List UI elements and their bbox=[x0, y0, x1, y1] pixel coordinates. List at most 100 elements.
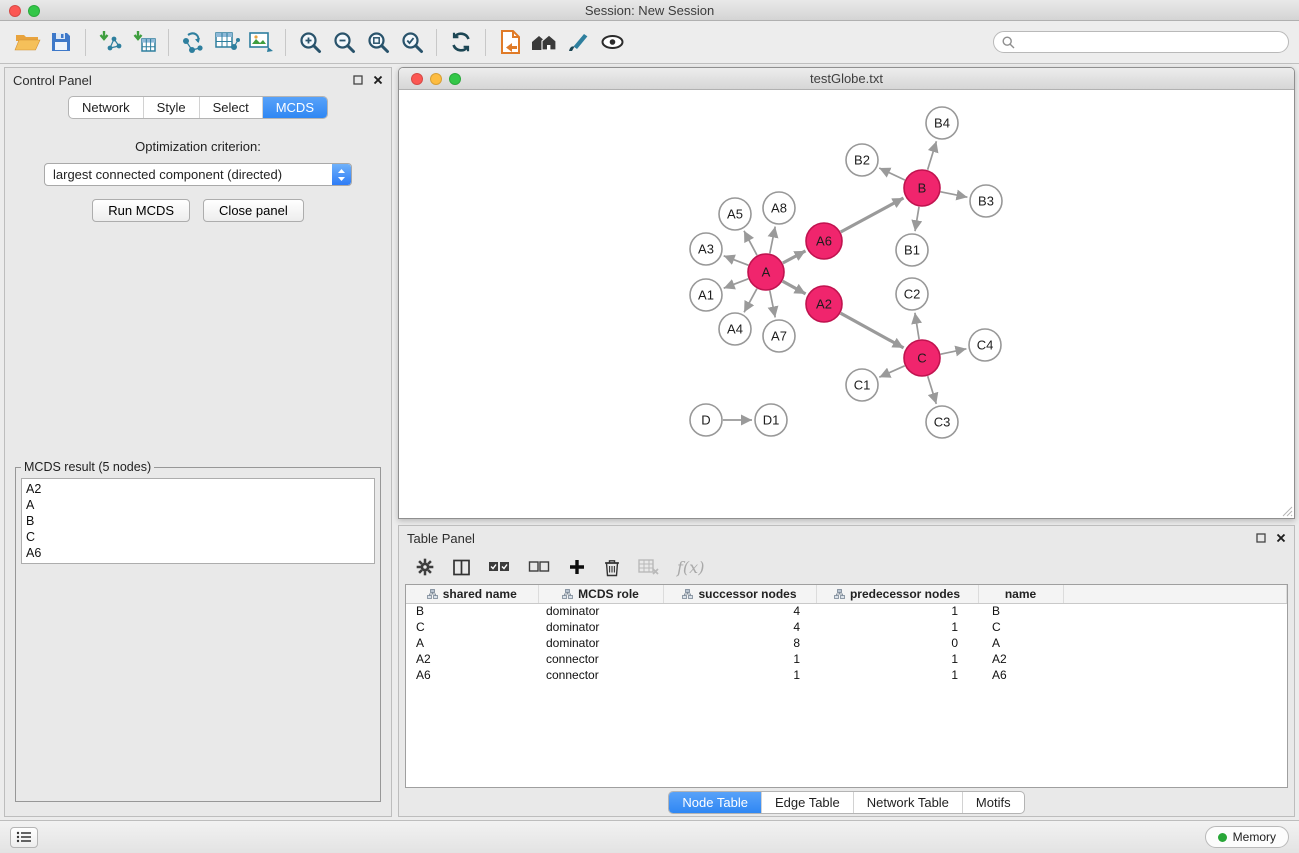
result-item[interactable]: B bbox=[26, 513, 370, 529]
tab-style[interactable]: Style bbox=[144, 97, 200, 118]
float-panel-button[interactable] bbox=[353, 73, 363, 88]
network-graph[interactable]: B4B2BB3A5A8A6B1A3AC2A1A2A4A7C4CC1C3DD1 bbox=[399, 90, 1294, 518]
delete-column-button[interactable] bbox=[604, 558, 620, 577]
graph-edge[interactable] bbox=[879, 366, 904, 377]
network-zoom-button[interactable] bbox=[449, 73, 461, 85]
open-file-button[interactable] bbox=[493, 25, 527, 59]
column-header-shared-name[interactable]: shared name bbox=[406, 585, 538, 603]
graph-edge[interactable] bbox=[770, 291, 775, 318]
graph-node[interactable]: A4 bbox=[719, 313, 751, 345]
import-network-button[interactable] bbox=[93, 25, 127, 59]
graph-edge[interactable] bbox=[724, 279, 749, 288]
graph-edge[interactable] bbox=[744, 289, 757, 313]
graph-edge[interactable] bbox=[724, 256, 749, 265]
zoom-selected-button[interactable] bbox=[395, 25, 429, 59]
float-table-panel-button[interactable] bbox=[1256, 531, 1266, 546]
result-item[interactable]: A2 bbox=[26, 481, 370, 497]
graph-edge[interactable] bbox=[879, 168, 905, 180]
graph-edge[interactable] bbox=[928, 376, 937, 404]
result-item[interactable]: A bbox=[26, 497, 370, 513]
graph-node[interactable]: D1 bbox=[755, 404, 787, 436]
graph-edge[interactable] bbox=[744, 231, 757, 255]
graph-node[interactable]: B2 bbox=[846, 144, 878, 176]
deselect-all-button[interactable] bbox=[528, 560, 550, 574]
graph-edge[interactable] bbox=[941, 192, 968, 197]
graph-node[interactable]: C2 bbox=[896, 278, 928, 310]
graph-node[interactable]: B3 bbox=[970, 185, 1002, 217]
graph-edge[interactable] bbox=[941, 349, 967, 354]
style-brush-button[interactable] bbox=[561, 25, 595, 59]
network-close-button[interactable] bbox=[411, 73, 423, 85]
table-row[interactable]: Cdominator41C bbox=[406, 619, 1287, 635]
graph-node[interactable]: B1 bbox=[896, 234, 928, 266]
new-network-table-button[interactable] bbox=[210, 25, 244, 59]
close-panel-button[interactable] bbox=[373, 73, 383, 88]
zoom-fit-button[interactable] bbox=[361, 25, 395, 59]
run-mcds-button[interactable]: Run MCDS bbox=[92, 199, 190, 222]
graph-node[interactable]: C bbox=[904, 340, 940, 376]
graph-edge[interactable] bbox=[770, 227, 775, 254]
mcds-result-list[interactable]: A2ABCA6 bbox=[21, 478, 375, 564]
close-panel-action-button[interactable]: Close panel bbox=[203, 199, 304, 222]
tab-edge-table[interactable]: Edge Table bbox=[762, 792, 854, 813]
task-history-button[interactable] bbox=[10, 827, 38, 848]
import-table-button[interactable] bbox=[127, 25, 161, 59]
tab-network[interactable]: Network bbox=[69, 97, 144, 118]
close-table-panel-button[interactable] bbox=[1276, 531, 1286, 546]
graph-edge[interactable] bbox=[928, 141, 937, 170]
graph-node[interactable]: A6 bbox=[806, 223, 842, 259]
node-table[interactable]: shared name MCDS role successor nodes pr… bbox=[405, 584, 1288, 788]
graph-edge[interactable] bbox=[841, 313, 904, 348]
select-all-button[interactable] bbox=[488, 560, 510, 574]
network-minimize-button[interactable] bbox=[430, 73, 442, 85]
graph-node[interactable]: A7 bbox=[763, 320, 795, 352]
export-image-button[interactable] bbox=[244, 25, 278, 59]
new-network-button[interactable] bbox=[176, 25, 210, 59]
tab-mcds[interactable]: MCDS bbox=[263, 97, 327, 118]
graph-node[interactable]: A2 bbox=[806, 286, 842, 322]
refresh-layout-button[interactable] bbox=[444, 25, 478, 59]
delete-table-button[interactable] bbox=[638, 559, 659, 575]
home-button[interactable] bbox=[527, 25, 561, 59]
graph-node[interactable]: A3 bbox=[690, 233, 722, 265]
graph-node[interactable]: A5 bbox=[719, 198, 751, 230]
tab-node-table[interactable]: Node Table bbox=[669, 792, 762, 813]
graph-node[interactable]: A8 bbox=[763, 192, 795, 224]
column-header-predecessor-nodes[interactable]: predecessor nodes bbox=[816, 585, 978, 603]
graph-edge[interactable] bbox=[783, 251, 806, 263]
criterion-dropdown[interactable]: largest connected component (directed) bbox=[44, 163, 352, 186]
column-header-name[interactable]: name bbox=[978, 585, 1063, 603]
graph-edge[interactable] bbox=[915, 207, 919, 231]
table-row[interactable]: A2connector11A2 bbox=[406, 651, 1287, 667]
graph-node[interactable]: A1 bbox=[690, 279, 722, 311]
graph-node[interactable]: B4 bbox=[926, 107, 958, 139]
tab-motifs[interactable]: Motifs bbox=[963, 792, 1024, 813]
save-session-button[interactable] bbox=[44, 25, 78, 59]
resize-handle[interactable] bbox=[1281, 505, 1293, 517]
zoom-in-button[interactable] bbox=[293, 25, 327, 59]
table-row[interactable]: Bdominator41B bbox=[406, 603, 1287, 619]
table-row[interactable]: Adominator80A bbox=[406, 635, 1287, 651]
search-field[interactable] bbox=[993, 31, 1289, 53]
open-session-button[interactable] bbox=[10, 25, 44, 59]
show-hide-graphics-button[interactable] bbox=[595, 25, 629, 59]
graph-edge[interactable] bbox=[783, 281, 806, 294]
column-header-mcds-role[interactable]: MCDS role bbox=[538, 585, 663, 603]
graph-edge[interactable] bbox=[915, 313, 919, 339]
table-row[interactable]: A6connector11A6 bbox=[406, 667, 1287, 683]
graph-node[interactable]: C1 bbox=[846, 369, 878, 401]
graph-node[interactable]: C3 bbox=[926, 406, 958, 438]
graph-node[interactable]: B bbox=[904, 170, 940, 206]
result-item[interactable]: A6 bbox=[26, 545, 370, 561]
add-column-button[interactable] bbox=[568, 558, 586, 576]
zoom-window-button[interactable] bbox=[28, 5, 40, 17]
graph-node[interactable]: C4 bbox=[969, 329, 1001, 361]
tab-select[interactable]: Select bbox=[200, 97, 263, 118]
graph-node[interactable]: A bbox=[748, 254, 784, 290]
column-header-successor-nodes[interactable]: successor nodes bbox=[663, 585, 816, 603]
zoom-out-button[interactable] bbox=[327, 25, 361, 59]
select-columns-button[interactable] bbox=[453, 559, 470, 576]
graph-edge[interactable] bbox=[841, 198, 904, 232]
function-builder-button[interactable]: f(x) bbox=[677, 558, 704, 577]
tab-network-table[interactable]: Network Table bbox=[854, 792, 963, 813]
